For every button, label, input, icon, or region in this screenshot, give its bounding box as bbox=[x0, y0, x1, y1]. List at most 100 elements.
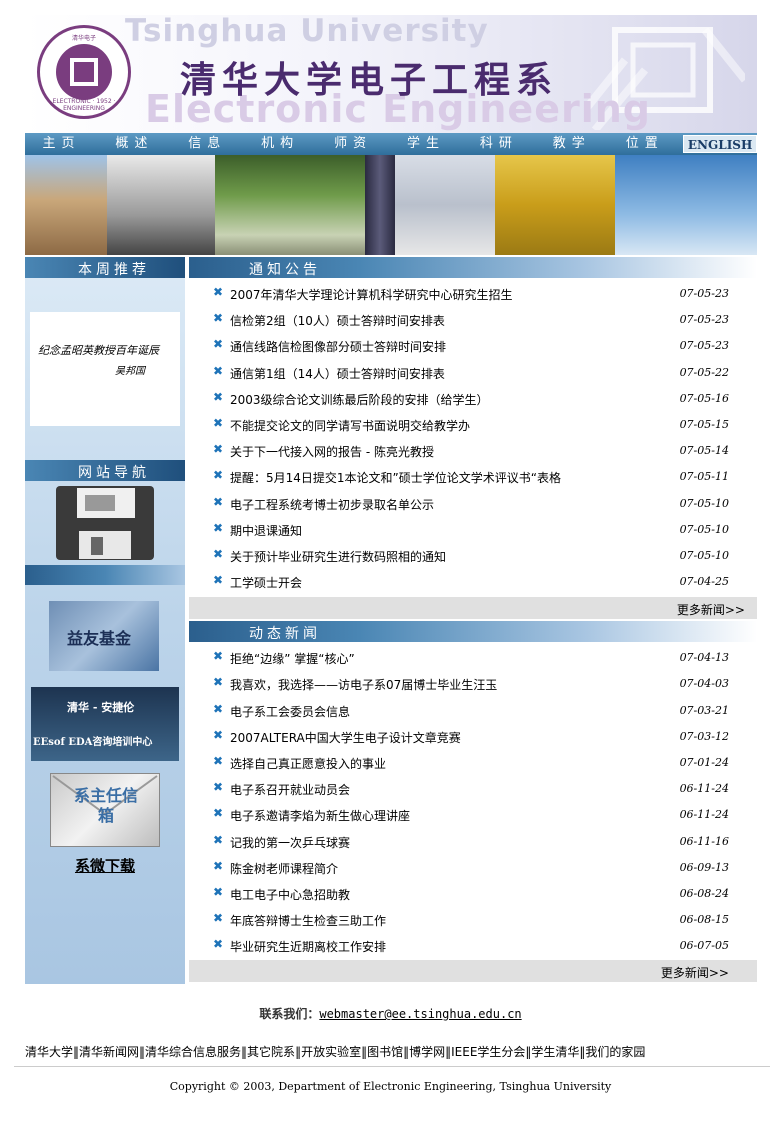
nav-item-faculty[interactable]: 师资 bbox=[317, 133, 390, 155]
footer-link[interactable]: 清华大学 bbox=[25, 1045, 73, 1059]
news-row: ✖ 提醒：5月14日提交1本论文和”硕士学位论文学术评议书“表格 07-05-11 bbox=[189, 464, 757, 490]
news-link[interactable]: 陈金树老师课程简介 bbox=[230, 860, 338, 877]
news-date: 07-04-13 bbox=[679, 651, 729, 665]
news-row: ✖ 2007年清华大学理论计算机科学研究中心研究生招生 07-05-23 bbox=[189, 281, 757, 307]
news-link[interactable]: 拒绝“边缘” 掌握“核心” bbox=[230, 650, 355, 667]
news-link[interactable]: 电子系邀请李焰为新生做心理讲座 bbox=[230, 807, 410, 824]
news-link[interactable]: 提醒：5月14日提交1本论文和”硕士学位论文学术评议书“表格 bbox=[230, 469, 561, 486]
footer-link[interactable]: IEEE学生分会 bbox=[451, 1045, 525, 1059]
footer-link[interactable]: 学生清华 bbox=[531, 1045, 579, 1059]
news-date: 07-05-23 bbox=[679, 287, 729, 300]
news-row: ✖ 陈金树老师课程简介 06-09-13 bbox=[189, 855, 757, 881]
news-date: 07-05-14 bbox=[679, 444, 729, 458]
news-link[interactable]: 记我的第一次乒乓球赛 bbox=[230, 834, 350, 851]
fund-banner[interactable]: 益友基金 bbox=[49, 601, 159, 671]
site-header: Tsinghua University 清华电子 ELECTRONIC · 19… bbox=[25, 15, 757, 133]
footer-links: 清华大学‖清华新闻网‖清华综合信息服务‖其它院系‖开放实验室‖图书馆‖博学网‖I… bbox=[25, 1043, 645, 1060]
news-link[interactable]: 电子系召开就业动员会 bbox=[230, 781, 350, 798]
news-link[interactable]: 我喜欢，我选择——访电子系07届博士毕业生汪玉 bbox=[230, 676, 497, 693]
news-link[interactable]: 通信第1组（14人）硕士答辩时间安排表 bbox=[230, 365, 445, 382]
news-link[interactable]: 信检第2组（10人）硕士答辩时间安排表 bbox=[230, 312, 445, 329]
news-link[interactable]: 期中退课通知 bbox=[230, 522, 302, 539]
nav-item-research[interactable]: 科研 bbox=[462, 133, 535, 155]
footer-link[interactable]: 其它院系 bbox=[247, 1045, 295, 1059]
news-link[interactable]: 电工电子中心急招助教 bbox=[230, 886, 350, 903]
news-date: 07-05-10 bbox=[679, 548, 729, 562]
bullet-x-icon: ✖ bbox=[213, 649, 224, 664]
news-link[interactable]: 关于预计毕业研究生进行数码照相的通知 bbox=[230, 548, 446, 565]
footer-link[interactable]: 博学网 bbox=[409, 1045, 445, 1059]
photo-campus-road bbox=[215, 155, 365, 255]
news-date: 07-05-10 bbox=[679, 522, 729, 536]
contact-email-link[interactable]: webmaster@ee.tsinghua.edu.cn bbox=[319, 1007, 521, 1021]
news-row: ✖ 电子系召开就业动员会 06-11-24 bbox=[189, 776, 757, 802]
footer-link[interactable]: 图书馆 bbox=[367, 1045, 403, 1059]
nav-item-teaching[interactable]: 教学 bbox=[535, 133, 608, 155]
main-nav: 主页 概述 信息 机构 师资 学生 科研 教学 位置 ENGLISH bbox=[25, 133, 758, 155]
news-date: 06-11-24 bbox=[679, 782, 729, 796]
news-date: 07-03-21 bbox=[679, 703, 729, 717]
bullet-x-icon: ✖ bbox=[213, 701, 224, 716]
bullet-x-icon: ✖ bbox=[213, 754, 224, 768]
news-link[interactable]: 2007ALTERA中国大学生电子设计文章竞赛 bbox=[230, 729, 461, 746]
download-link[interactable]: 系微下载 bbox=[25, 855, 185, 876]
news-row: ✖ 拒绝“边缘” 掌握“核心” 07-04-13 bbox=[189, 645, 757, 671]
notices-more-link[interactable]: 更多新闻>> bbox=[677, 601, 745, 618]
university-logo: 清华电子 ELECTRONIC · 1952 · ENGINEERING bbox=[37, 25, 131, 119]
news-link[interactable]: 2003级综合论文训练最后阶段的安排（给学生） bbox=[230, 391, 489, 408]
contact-label: 联系我们： bbox=[259, 1007, 320, 1021]
news-more-bar: 更多新闻>> bbox=[189, 959, 757, 982]
news-link[interactable]: 年底答辩博士生检查三助工作 bbox=[230, 912, 386, 929]
news-row: ✖ 不能提交论文的同学请写书面说明交给教学办 07-05-15 bbox=[189, 412, 757, 438]
nav-item-overview[interactable]: 概述 bbox=[98, 133, 171, 155]
news-row: ✖ 毕业研究生近期离校工作安排 06-07-05 bbox=[189, 933, 757, 959]
news-link[interactable]: 毕业研究生近期离校工作安排 bbox=[230, 938, 386, 955]
news-link[interactable]: 关于下一代接入网的报告 - 陈亮光教授 bbox=[230, 443, 434, 460]
news-link[interactable]: 工学硕士开会 bbox=[230, 574, 302, 591]
bullet-x-icon: ✖ bbox=[213, 573, 224, 588]
news-more-link[interactable]: 更多新闻>> bbox=[661, 964, 729, 981]
footer-link[interactable]: 清华综合信息服务 bbox=[145, 1045, 241, 1059]
news-link[interactable]: 不能提交论文的同学请写书面说明交给教学办 bbox=[230, 417, 470, 434]
nav-item-students[interactable]: 学生 bbox=[390, 133, 463, 155]
footer-link[interactable]: 开放实验室 bbox=[301, 1045, 361, 1059]
english-button[interactable]: ENGLISH bbox=[683, 135, 758, 153]
news-date: 06-11-16 bbox=[679, 834, 729, 848]
news-row: ✖ 信检第2组（10人）硕士答辩时间安排表 07-05-23 bbox=[189, 307, 757, 333]
weekly-recommend-title: 本周推荐 bbox=[78, 262, 150, 278]
director-mailbox-banner[interactable]: 系主任信箱 bbox=[50, 773, 160, 847]
news-row: ✖ 电工电子中心急招助教 06-08-24 bbox=[189, 881, 757, 907]
nav-item-organization[interactable]: 机构 bbox=[244, 133, 317, 155]
news-link[interactable]: 通信线路信检图像部分硕士答辩时间安排 bbox=[230, 338, 446, 355]
bullet-x-icon: ✖ bbox=[213, 468, 224, 483]
director-mailbox-text: 系主任信箱 bbox=[73, 786, 138, 825]
news-row: ✖ 记我的第一次乒乓球赛 06-11-16 bbox=[189, 829, 757, 855]
news-link[interactable]: 电子工程系统考博士初步录取名单公示 bbox=[230, 496, 434, 513]
bullet-x-icon: ✖ bbox=[213, 311, 224, 326]
news-row: ✖ 电子系工会委员会信息 07-03-21 bbox=[189, 698, 757, 724]
news-date: 07-04-03 bbox=[679, 677, 729, 691]
nav-item-location[interactable]: 位置 bbox=[608, 133, 681, 155]
bullet-x-icon: ✖ bbox=[213, 337, 224, 352]
bullet-x-icon: ✖ bbox=[213, 675, 224, 690]
news-date: 07-05-23 bbox=[679, 313, 729, 327]
left-sidebar: 本周推荐 纪念孟昭英教授百年诞辰 吴邦国 网站导航 益友基金 清华 - 安捷伦 … bbox=[25, 257, 185, 984]
photo-sky-tower bbox=[615, 155, 757, 255]
calligraphy-sign: 吴邦国 bbox=[115, 366, 145, 377]
bullet-x-icon: ✖ bbox=[213, 806, 224, 821]
news-row: ✖ 我喜欢，我选择——访电子系07届博士毕业生汪玉 07-04-03 bbox=[189, 671, 757, 697]
footer-link[interactable]: 我们的家园 bbox=[585, 1045, 645, 1059]
footer-link[interactable]: 清华新闻网 bbox=[79, 1045, 139, 1059]
calligraphy-banner[interactable]: 纪念孟昭英教授百年诞辰 吴邦国 bbox=[30, 312, 180, 426]
agilent-banner[interactable]: 清华 - 安捷伦 EEsof EDA咨询培训中心 bbox=[31, 687, 179, 761]
bullet-x-icon: ✖ bbox=[213, 520, 224, 535]
nav-item-home[interactable]: 主页 bbox=[25, 133, 98, 155]
news-link[interactable]: 电子系工会委员会信息 bbox=[230, 703, 350, 720]
floppy-disk-icon[interactable] bbox=[55, 485, 155, 561]
bullet-x-icon: ✖ bbox=[213, 415, 224, 430]
news-link[interactable]: 选择自己真正愿意投入的事业 bbox=[230, 755, 386, 772]
photo-lab-yellow bbox=[495, 155, 615, 255]
nav-item-info[interactable]: 信息 bbox=[171, 133, 244, 155]
photo-cleanroom bbox=[395, 155, 495, 255]
news-link[interactable]: 2007年清华大学理论计算机科学研究中心研究生招生 bbox=[230, 286, 513, 303]
